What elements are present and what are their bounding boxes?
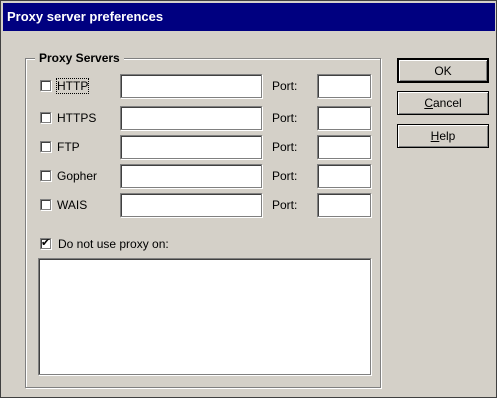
http-host-input[interactable]	[121, 75, 261, 97]
cancel-button-label: Cancel	[424, 96, 461, 110]
wais-host-input[interactable]	[121, 194, 261, 216]
http-checkbox[interactable]	[40, 80, 51, 91]
window-title: Proxy server preferences	[7, 9, 164, 24]
cancel-mnemonic: C	[424, 96, 433, 110]
http-host-field[interactable]	[120, 74, 262, 98]
https-port-input[interactable]	[318, 107, 370, 129]
http-port-field[interactable]	[317, 74, 371, 98]
checkmark-icon: ✔	[41, 236, 51, 249]
gopher-host-field[interactable]	[120, 164, 262, 188]
cancel-label-rest: ancel	[432, 96, 462, 110]
https-host-input[interactable]	[121, 107, 261, 129]
gopher-port-field[interactable]	[317, 164, 371, 188]
gopher-port-label: Port:	[272, 169, 298, 183]
wais-host-field[interactable]	[120, 193, 262, 217]
proxy-preferences-dialog: Proxy server preferences Proxy Servers H…	[0, 0, 497, 398]
https-port-label: Port:	[272, 111, 298, 125]
ftp-port-label: Port:	[272, 140, 298, 154]
no-proxy-checkbox[interactable]: ✔	[40, 236, 51, 249]
ftp-label[interactable]: FTP	[57, 140, 80, 154]
gopher-port-input[interactable]	[318, 165, 370, 187]
wais-port-input[interactable]	[318, 194, 370, 216]
no-proxy-label[interactable]: Do not use proxy on:	[58, 237, 169, 251]
ftp-port-input[interactable]	[318, 136, 370, 158]
ftp-port-field[interactable]	[317, 135, 371, 159]
https-label[interactable]: HTTPS	[57, 111, 96, 125]
help-button-label: Help	[431, 129, 456, 143]
ftp-checkbox[interactable]	[40, 141, 51, 152]
cancel-button[interactable]: Cancel	[397, 91, 489, 115]
wais-port-field[interactable]	[317, 193, 371, 217]
ok-button-label: OK	[434, 63, 452, 78]
wais-port-label: Port:	[272, 198, 298, 212]
gopher-checkbox[interactable]	[40, 170, 51, 181]
ftp-host-field[interactable]	[120, 135, 262, 159]
http-port-label: Port:	[272, 79, 298, 93]
no-proxy-list-field[interactable]	[38, 258, 371, 375]
wais-checkbox[interactable]	[40, 199, 51, 210]
https-checkbox[interactable]	[40, 112, 51, 123]
wais-label[interactable]: WAIS	[57, 198, 87, 212]
gopher-label[interactable]: Gopher	[57, 169, 97, 183]
gopher-host-input[interactable]	[121, 165, 261, 187]
ftp-host-input[interactable]	[121, 136, 261, 158]
help-label-rest: elp	[439, 129, 456, 143]
http-label[interactable]: HTTP	[55, 78, 90, 94]
https-port-field[interactable]	[317, 106, 371, 130]
no-proxy-textarea[interactable]	[39, 259, 370, 374]
https-host-field[interactable]	[120, 106, 262, 130]
ok-button[interactable]: OK	[397, 58, 489, 83]
help-button[interactable]: Help	[397, 124, 489, 148]
http-port-input[interactable]	[318, 75, 370, 97]
proxy-servers-group-label: Proxy Servers	[35, 51, 124, 65]
title-bar: Proxy server preferences	[3, 3, 495, 31]
